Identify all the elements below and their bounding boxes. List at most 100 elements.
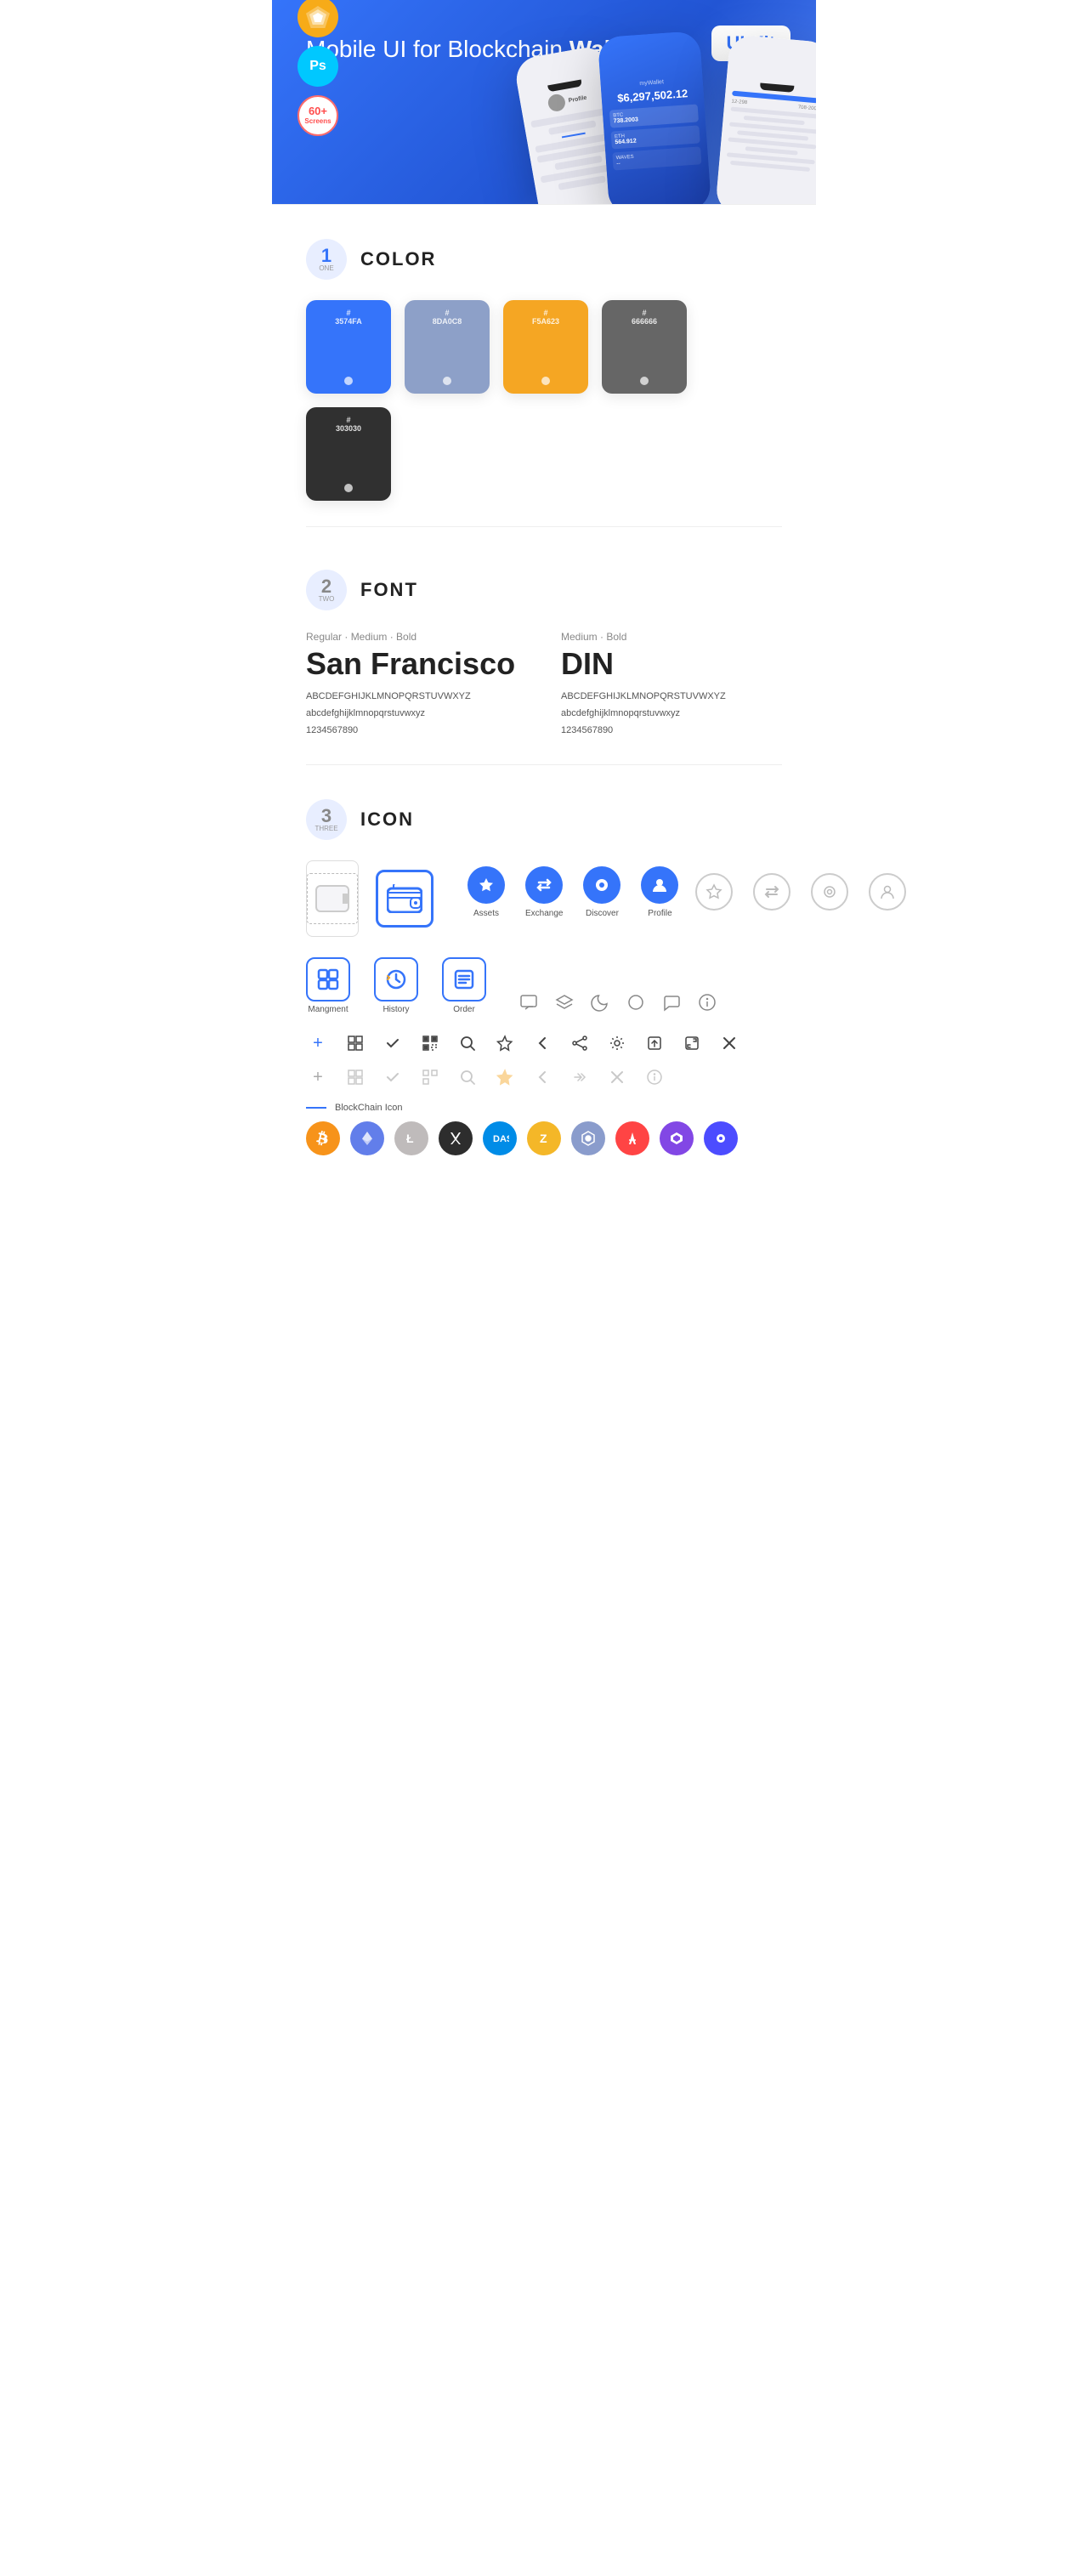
crypto-coins-row: Ł DASH Z xyxy=(306,1121,782,1155)
section-header-color: 1 ONE COLOR xyxy=(306,239,782,280)
app-mangment: Mangment xyxy=(306,957,350,1014)
moon-icon xyxy=(588,990,612,1014)
font-numbers-sf: 1234567890 xyxy=(306,723,527,740)
discover-label: Discover xyxy=(586,909,619,918)
ps-badge: Ps xyxy=(298,46,338,87)
font-uppercase-sf: ABCDEFGHIJKLMNOPQRSTUVWXYZ xyxy=(306,689,527,706)
plus-icon: + xyxy=(306,1031,330,1055)
icon-guide-box-1 xyxy=(306,860,359,937)
exchange-icon-outline xyxy=(753,873,790,911)
message-icon xyxy=(660,990,683,1014)
nav-profile-outline xyxy=(869,873,906,911)
nav-exchange-outline xyxy=(753,873,790,911)
utility-icons-row-1: + xyxy=(306,1031,782,1055)
svg-text:Ł: Ł xyxy=(406,1132,414,1145)
layers-icon xyxy=(552,990,576,1014)
phone-mockup-2: myWallet $6,297,502.12 BTC 738.2003 ETH … xyxy=(598,31,711,204)
sketch-badge xyxy=(298,0,338,37)
icon-blue-wallet-box xyxy=(376,870,434,928)
font-section: 2 TWO FONT Regular · Medium · Bold San F… xyxy=(272,536,816,756)
history-icon xyxy=(374,957,418,1001)
order-label: Order xyxy=(453,1005,475,1014)
app-order: Order xyxy=(442,957,486,1014)
font-col-din: Medium · Bold DIN ABCDEFGHIJKLMNOPQRSTUV… xyxy=(561,631,782,739)
zcash-coin: Z xyxy=(527,1121,561,1155)
color-section: 1 ONE COLOR #3574FA #8DA0C8 #F5A623 #666… xyxy=(272,205,816,518)
swatch-gray-blue: #8DA0C8 xyxy=(405,300,490,394)
eth-coin xyxy=(350,1121,384,1155)
swatch-gray: #666666 xyxy=(602,300,687,394)
assets-label: Assets xyxy=(473,909,499,918)
icon-guide-row: Assets Exchange Discover Profile xyxy=(306,860,782,937)
nav-assets-outline xyxy=(695,873,733,911)
utility-icons-row-2: + xyxy=(306,1065,782,1089)
blockchain-label: BlockChain Icon xyxy=(335,1103,403,1113)
color-swatches: #3574FA #8DA0C8 #F5A623 #666666 #303030 xyxy=(306,300,782,501)
grid-edit-icon xyxy=(343,1031,367,1055)
section-number-3: 3 THREE xyxy=(306,799,347,840)
section-number-1: 1 ONE xyxy=(306,239,347,280)
star-icon-active xyxy=(493,1065,517,1089)
poly-coin xyxy=(704,1121,738,1155)
discover-icon-outline xyxy=(811,873,848,911)
search-icon-outline xyxy=(456,1065,479,1089)
phones-area: Profile myWallet $6,297,502.12 BTC 738.2… xyxy=(510,0,816,204)
nav-discover-outline xyxy=(811,873,848,911)
icon-guide-wallet xyxy=(315,885,349,912)
info-icon-outline xyxy=(643,1065,666,1089)
font-col-sf: Regular · Medium · Bold San Francisco AB… xyxy=(306,631,527,739)
icon-blue-container xyxy=(376,870,434,928)
font-columns: Regular · Medium · Bold San Francisco AB… xyxy=(306,631,782,739)
screens-badge: 60+ Screens xyxy=(298,95,338,136)
share-icon xyxy=(568,1031,592,1055)
font-lowercase-sf: abcdefghijklmnopqrstuvwxyz xyxy=(306,706,527,723)
x-icon-outline xyxy=(605,1065,629,1089)
ltc-coin: Ł xyxy=(394,1121,428,1155)
section-header-font: 2 TWO FONT xyxy=(306,570,782,610)
search-icon xyxy=(456,1031,479,1055)
qr-icon-outline xyxy=(418,1065,442,1089)
qtum-coin xyxy=(571,1121,605,1155)
upload-icon xyxy=(643,1031,666,1055)
gear-icon xyxy=(605,1031,629,1055)
grid-edit-icon-outline xyxy=(343,1065,367,1089)
info-icon xyxy=(695,990,719,1014)
assets-icon xyxy=(468,866,505,904)
profile-label: Profile xyxy=(648,909,672,918)
color-title: COLOR xyxy=(360,248,436,270)
font-uppercase-din: ABCDEFGHIJKLMNOPQRSTUVWXYZ xyxy=(561,689,782,706)
mangment-icon xyxy=(306,957,350,1001)
blockchain-label-row: BlockChain Icon xyxy=(306,1103,782,1113)
matic-coin xyxy=(660,1121,694,1155)
svg-text:Z: Z xyxy=(540,1132,547,1145)
neo-coin xyxy=(439,1121,473,1155)
nav-icons-filled: Assets Exchange Discover Profile xyxy=(468,866,678,918)
profile-icon-outline xyxy=(869,873,906,911)
swatch-blue: #3574FA xyxy=(306,300,391,394)
svg-text:DASH: DASH xyxy=(493,1134,509,1144)
font-numbers-din: 1234567890 xyxy=(561,723,782,740)
plus-icon-outline: + xyxy=(306,1065,330,1089)
font-name-sf: San Francisco xyxy=(306,646,527,682)
section-header-icon: 3 THREE ICON xyxy=(306,799,782,840)
swatch-dark: #303030 xyxy=(306,407,391,501)
blockchain-line xyxy=(306,1107,326,1109)
exchange-icon xyxy=(525,866,563,904)
history-label: History xyxy=(382,1005,409,1014)
discover-icon xyxy=(583,866,620,904)
btc-coin xyxy=(306,1121,340,1155)
nav-exchange: Exchange xyxy=(525,866,563,918)
phone-mockup-3: 12-298 708-2003 xyxy=(715,34,816,204)
icon-title: ICON xyxy=(360,809,414,831)
nav-profile: Profile xyxy=(641,866,678,918)
nav-icons-outline xyxy=(695,873,906,911)
chat-icon xyxy=(517,990,541,1014)
wallet-svg xyxy=(387,884,422,913)
exchange-label: Exchange xyxy=(525,909,563,918)
nav-assets: Assets xyxy=(468,866,505,918)
back-icon-outline xyxy=(530,1065,554,1089)
section-number-2: 2 TWO xyxy=(306,570,347,610)
icon-section: 3 THREE ICON xyxy=(272,774,816,1181)
swatch-orange: #F5A623 xyxy=(503,300,588,394)
hero-section: Mobile UI for Blockchain Wallet UI Kit P… xyxy=(272,0,816,204)
